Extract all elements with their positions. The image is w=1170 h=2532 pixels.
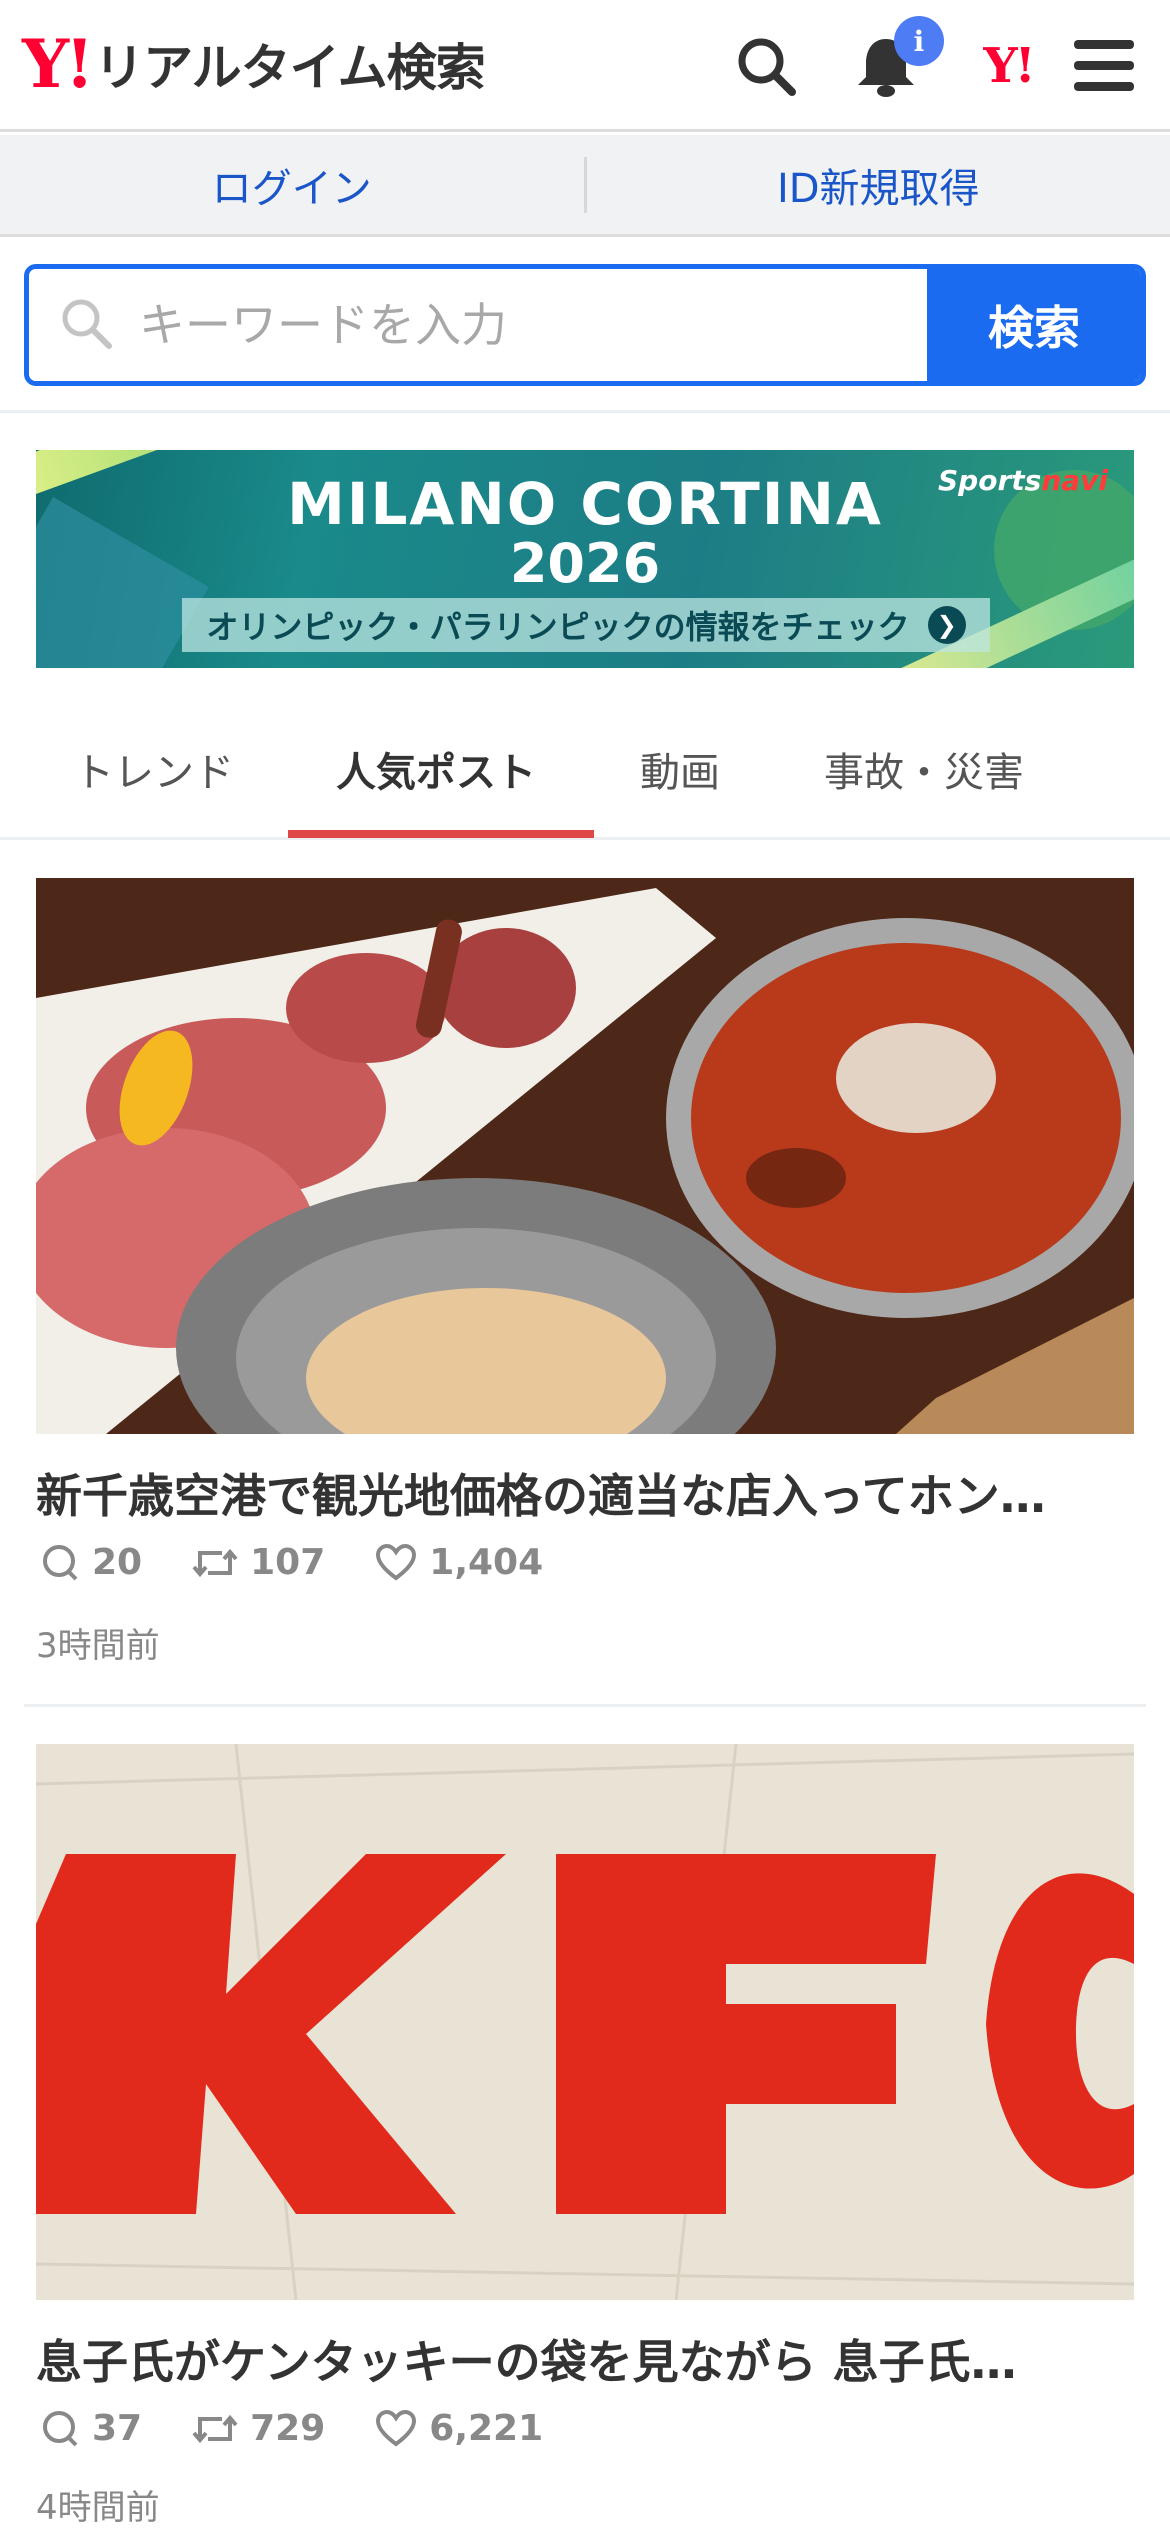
yahoo-top-link[interactable]: Y! <box>966 30 1050 102</box>
reply-count[interactable]: 20 <box>40 1542 142 1583</box>
tab-accident-disaster[interactable]: 事故・災害 <box>824 740 1024 798</box>
reply-icon <box>43 1544 78 1580</box>
repost-count[interactable]: 729 <box>192 2408 325 2449</box>
post-image-kfc-bag[interactable] <box>36 1744 1134 2300</box>
search-input[interactable] <box>139 298 879 352</box>
like-count[interactable]: 1,404 <box>375 1542 543 1583</box>
active-tab-indicator <box>288 830 594 838</box>
post-timestamp: 3時間前 <box>36 1626 160 1666</box>
tab-popular-posts[interactable]: 人気ポスト <box>336 740 536 798</box>
repost-count[interactable]: 107 <box>192 1542 325 1583</box>
heart-icon <box>376 1543 417 1580</box>
banner-year: 2026 <box>509 532 661 595</box>
tab-video[interactable]: 動画 <box>640 740 720 798</box>
section-divider <box>0 410 1170 413</box>
promo-banner[interactable]: Sportsnavi MILANO CORTINA 2026 オリンピック・パラ… <box>36 450 1134 668</box>
repost-icon <box>192 2414 238 2443</box>
app-header: Y! リアルタイム検索 i Y! <box>0 0 1170 132</box>
account-bar: ログイン ID新規取得 <box>0 135 1170 237</box>
post-stats: 37 729 6,221 <box>40 2408 593 2449</box>
reply-icon <box>43 2410 78 2446</box>
repost-icon <box>192 1548 238 1577</box>
notification-badge: i <box>894 16 944 66</box>
card-divider <box>24 1704 1146 1707</box>
login-link[interactable]: ログイン <box>0 135 584 234</box>
banner-cta-text: オリンピック・パラリンピックの情報をチェック <box>206 608 910 646</box>
service-title: リアルタイム検索 <box>94 39 485 97</box>
post-title[interactable]: 新千歳空港で観光地価格の適当な店入ってホン… <box>36 1460 1134 1526</box>
menu-icon[interactable] <box>1068 30 1140 102</box>
post-image-food[interactable] <box>36 878 1134 1434</box>
heart-icon <box>376 2409 417 2446</box>
search-icon[interactable] <box>730 30 802 102</box>
search-field <box>29 269 927 381</box>
post-timestamp: 4時間前 <box>36 2488 160 2528</box>
search-button[interactable]: 検索 <box>927 269 1141 381</box>
category-tabs: トレンド 人気ポスト 動画 事故・災害 <box>0 700 1170 840</box>
reply-count[interactable]: 37 <box>40 2408 142 2449</box>
like-count[interactable]: 6,221 <box>375 2408 543 2449</box>
search-bar: 検索 <box>24 264 1146 386</box>
chevron-right-icon: ❯ <box>927 606 966 644</box>
post-stats: 20 107 1,404 <box>40 1542 593 1583</box>
site-logo[interactable]: Y! リアルタイム検索 <box>22 25 486 103</box>
signup-link[interactable]: ID新規取得 <box>587 135 1170 234</box>
tab-trend[interactable]: トレンド <box>74 740 234 798</box>
yahoo-small-logo: Y! <box>983 38 1035 94</box>
banner-cta: オリンピック・パラリンピックの情報をチェック ❯ <box>182 598 990 652</box>
yahoo-logo-mark: Y! <box>22 25 94 103</box>
banner-title: MILANO CORTINA <box>287 470 883 538</box>
search-field-icon <box>59 296 113 354</box>
post-title[interactable]: 息子氏がケンタッキーの袋を見ながら 息子氏… <box>36 2326 1134 2392</box>
